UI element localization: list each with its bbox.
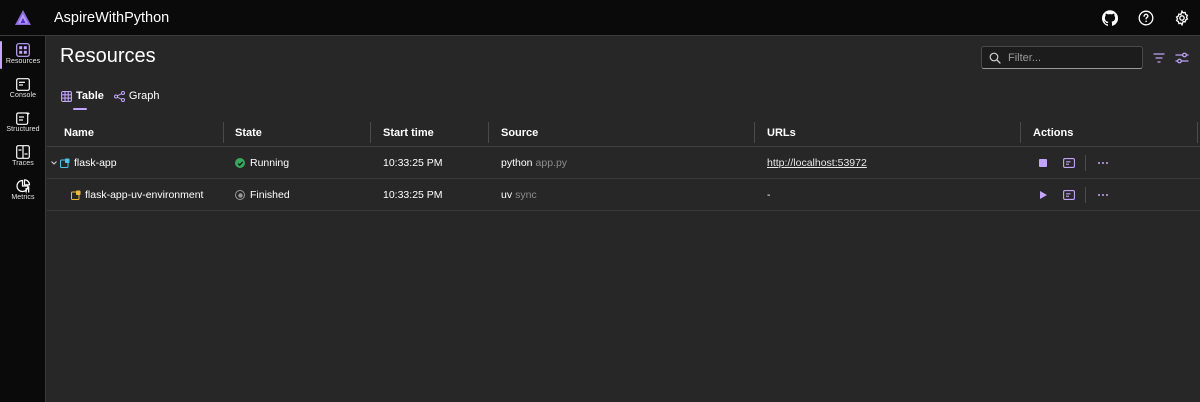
executable-resource-icon	[71, 179, 81, 211]
column-divider[interactable]	[1020, 122, 1021, 143]
source-command: uv	[501, 189, 513, 201]
source-args: app.py	[535, 157, 568, 169]
start-time: 10:33:25 PM	[383, 189, 443, 201]
source-cell: uv sync	[501, 179, 537, 211]
expand-chevron-icon[interactable]	[50, 147, 58, 179]
filter-icon[interactable]	[1150, 49, 1168, 67]
action-divider	[1085, 187, 1086, 203]
console-logs-icon[interactable]	[1061, 155, 1077, 171]
column-header-urls[interactable]: URLs	[767, 118, 796, 147]
sidebar-item-traces[interactable]: Traces	[0, 139, 46, 173]
resources-grid-icon	[16, 43, 30, 57]
finished-circle-icon	[235, 190, 245, 200]
filter-field[interactable]	[981, 46, 1143, 69]
sidebar-item-label: Metrics	[11, 194, 35, 201]
action-divider	[1085, 155, 1086, 171]
more-actions-icon[interactable]	[1095, 187, 1111, 203]
console-logs-icon[interactable]	[1061, 187, 1077, 203]
table-header: Name State Start time Source URLs Action…	[47, 118, 1200, 147]
sidebar-item-resources[interactable]: Resources	[0, 37, 46, 71]
graph-icon	[113, 90, 125, 102]
column-header-start-time[interactable]: Start time	[383, 118, 434, 147]
state-text: Running	[250, 157, 290, 169]
sidebar-item-label: Structured	[6, 126, 40, 133]
github-icon[interactable]	[1092, 0, 1128, 36]
tab-label: Graph	[128, 90, 160, 102]
source-args: sync	[515, 189, 537, 201]
start-time: 10:33:25 PM	[383, 157, 443, 169]
resources-table: Name State Start time Source URLs Action…	[47, 118, 1200, 211]
sidebar-item-metrics[interactable]: Metrics	[0, 173, 46, 207]
url-cell: -	[767, 189, 771, 201]
table-row[interactable]: flask-app-uv-environment Finished 10:33:…	[47, 179, 1200, 211]
aspire-logo[interactable]	[0, 0, 46, 36]
tab-label: Table	[76, 90, 104, 102]
url-cell: http://localhost:53972	[767, 147, 867, 179]
resource-name[interactable]: flask-app-uv-environment	[85, 179, 203, 211]
tab-table[interactable]: Table	[61, 87, 104, 110]
project-resource-icon	[60, 147, 70, 179]
sidebar-nav: Resources Console Structured Traces Metr…	[0, 36, 46, 402]
sidebar-item-console[interactable]: Console	[0, 71, 46, 105]
source-cell: python app.py	[501, 147, 567, 179]
page-title: Resources	[60, 45, 156, 67]
settings-icon[interactable]	[1164, 0, 1200, 36]
structured-logs-icon	[15, 111, 30, 125]
column-divider[interactable]	[223, 122, 224, 143]
metrics-icon	[15, 179, 30, 193]
view-options-icon[interactable]	[1173, 49, 1191, 67]
filter-input[interactable]	[1008, 51, 1138, 64]
top-bar: AspireWithPython	[0, 0, 1200, 36]
stop-icon[interactable]	[1035, 155, 1051, 171]
column-divider[interactable]	[370, 122, 371, 143]
console-icon	[16, 77, 30, 91]
state-cell: Running	[235, 147, 289, 179]
sidebar-item-label: Console	[9, 91, 37, 99]
table-row[interactable]: flask-app Running 10:33:25 PM python app…	[47, 147, 1200, 179]
sidebar-item-structured[interactable]: Structured	[0, 105, 46, 139]
sidebar-item-label: Resources	[5, 58, 41, 65]
source-command: python	[501, 157, 533, 169]
state-cell: Finished	[235, 179, 290, 211]
view-tabs: Table Graph	[61, 87, 170, 110]
more-actions-icon[interactable]	[1095, 155, 1111, 171]
help-icon[interactable]	[1128, 0, 1164, 36]
column-divider[interactable]	[1197, 122, 1198, 143]
table-icon	[61, 90, 72, 102]
column-divider[interactable]	[754, 122, 755, 143]
column-header-actions[interactable]: Actions	[1033, 118, 1073, 147]
traces-icon	[16, 145, 30, 159]
search-icon	[989, 52, 1001, 64]
main-content: Resources Table Graph Name State Start t…	[47, 37, 1200, 402]
check-circle-icon	[235, 158, 245, 168]
app-title[interactable]: AspireWithPython	[54, 10, 169, 26]
state-text: Finished	[250, 189, 290, 201]
column-header-state[interactable]: State	[235, 118, 262, 147]
endpoint-link[interactable]: http://localhost:53972	[767, 157, 867, 169]
play-icon[interactable]	[1035, 187, 1051, 203]
column-header-name[interactable]: Name	[64, 118, 94, 147]
sidebar-item-label: Traces	[12, 160, 34, 167]
tab-graph[interactable]: Graph	[113, 87, 160, 105]
resource-name[interactable]: flask-app	[74, 147, 117, 179]
column-header-source[interactable]: Source	[501, 118, 538, 147]
column-divider[interactable]	[488, 122, 489, 143]
